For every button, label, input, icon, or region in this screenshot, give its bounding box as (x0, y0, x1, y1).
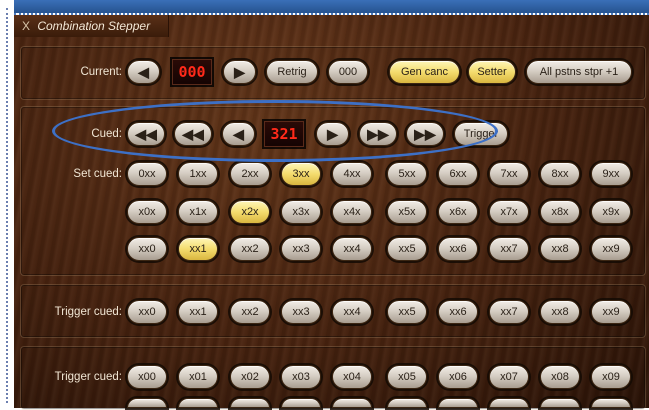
trigger-cued-button-x04[interactable]: x04 (332, 365, 372, 389)
current-prev-button[interactable]: ◀ (127, 60, 160, 84)
cued-next-button[interactable]: ▶ (316, 122, 349, 146)
current-display: 000 (172, 59, 212, 85)
trigger-cued-button-xx3[interactable]: xx3 (281, 300, 321, 324)
set-cued-button-2xx[interactable]: 2xx (230, 162, 270, 186)
gen-canc-button[interactable]: Gen canc (389, 60, 460, 84)
trigger-cued-button-x08[interactable]: x08 (540, 365, 580, 389)
set-cued-button-7xx[interactable]: 7xx (489, 162, 529, 186)
set-cued-button-xx2[interactable]: xx2 (230, 237, 270, 261)
trigger-cued-button-x05[interactable]: x05 (387, 365, 427, 389)
set-cued-button-x7x[interactable]: x7x (489, 200, 529, 224)
trigger-cued-button-x06[interactable]: x06 (438, 365, 478, 389)
double-left-arrow-icon: ◀◀ (182, 126, 204, 142)
trigger-cued-button-partial[interactable] (591, 398, 631, 408)
cued-trigger-button[interactable]: Trigger (454, 122, 508, 146)
trigger-cued-button-partial[interactable] (438, 398, 478, 408)
trigger-cued-button-xx8[interactable]: xx8 (540, 300, 580, 324)
cued-label: Cued: (91, 128, 122, 140)
set-cued-button-1xx[interactable]: 1xx (178, 162, 218, 186)
set-cued-button-8xx[interactable]: 8xx (540, 162, 580, 186)
set-cued-button-3xx[interactable]: 3xx (281, 162, 321, 186)
cued-next-fast-button[interactable]: ▶▶ (359, 122, 397, 146)
set-cued-button-x9x[interactable]: x9x (591, 200, 631, 224)
current-next-button[interactable]: ▶ (223, 60, 256, 84)
trigger-cued-button-partial[interactable] (332, 398, 372, 408)
trigger-cued-button-x03[interactable]: x03 (281, 365, 321, 389)
trigger-cued-button-partial[interactable] (230, 398, 270, 408)
trigger-cued-button-xx9[interactable]: xx9 (591, 300, 631, 324)
window-title: Combination Stepper (37, 19, 151, 33)
trigger-cued-button-partial[interactable] (178, 398, 218, 408)
cued-prev-button[interactable]: ◀ (222, 122, 255, 146)
set-cued-button-x5x[interactable]: x5x (387, 200, 427, 224)
dotted-guide (6, 8, 9, 403)
trigger-cued-button-xx2[interactable]: xx2 (230, 300, 270, 324)
trigger-cued-button-xx7[interactable]: xx7 (489, 300, 529, 324)
trigger-cued-button-xx5[interactable]: xx5 (387, 300, 427, 324)
set-cued-button-x1x[interactable]: x1x (178, 200, 218, 224)
retrig-button[interactable]: Retrig (266, 60, 318, 84)
cued-last-button[interactable]: ▶▶ (406, 122, 444, 146)
trigger-cued-button-xx1[interactable]: xx1 (178, 300, 218, 324)
set-cued-button-x6x[interactable]: x6x (438, 200, 478, 224)
trigger-cued-button-partial[interactable] (540, 398, 580, 408)
set-cued-button-9xx[interactable]: 9xx (591, 162, 631, 186)
set-cued-button-0xx[interactable]: 0xx (127, 162, 167, 186)
set-cued-button-xx6[interactable]: xx6 (438, 237, 478, 261)
set-cued-button-x8x[interactable]: x8x (540, 200, 580, 224)
trigger-cued-label-1: Trigger cued: (54, 306, 122, 318)
trigger-cued-button-x00[interactable]: x00 (127, 365, 167, 389)
set-cued-button-xx3[interactable]: xx3 (281, 237, 321, 261)
left-arrow-icon: ◀ (233, 126, 244, 142)
trigger-cued-button-xx0[interactable]: xx0 (127, 300, 167, 324)
double-right-arrow-icon: ▶▶ (414, 126, 436, 142)
trigger-cued-label-2: Trigger cued: (54, 371, 122, 383)
trigger-cued-button-xx6[interactable]: xx6 (438, 300, 478, 324)
right-arrow-icon: ▶ (327, 126, 338, 142)
current-label: Current: (80, 66, 122, 78)
set-cued-button-xx5[interactable]: xx5 (387, 237, 427, 261)
set-cued-button-xx4[interactable]: xx4 (332, 237, 372, 261)
app-window: X Combination Stepper Current: ◀ 000 ▶ R… (0, 0, 649, 410)
set-cued-button-xx1[interactable]: xx1 (178, 237, 218, 261)
title-bar-strip (14, 0, 649, 13)
trigger-cued-button-x02[interactable]: x02 (230, 365, 270, 389)
trigger-cued-button-xx4[interactable]: xx4 (332, 300, 372, 324)
set-cued-label: Set cued: (73, 168, 122, 180)
cued-display: 321 (264, 121, 304, 147)
window-tab: X Combination Stepper (14, 15, 169, 37)
cued-prev-fast-button[interactable]: ◀◀ (174, 122, 212, 146)
set-cued-button-4xx[interactable]: 4xx (332, 162, 372, 186)
right-arrow-icon: ▶ (234, 64, 245, 80)
trigger-cued-button-x01[interactable]: x01 (178, 365, 218, 389)
trigger-cued-button-partial[interactable] (387, 398, 427, 408)
left-arrow-icon: ◀ (138, 64, 149, 80)
trigger-cued-button-x07[interactable]: x07 (489, 365, 529, 389)
set-cued-button-x3x[interactable]: x3x (281, 200, 321, 224)
set-cued-button-xx0[interactable]: xx0 (127, 237, 167, 261)
setter-button[interactable]: Setter (468, 60, 516, 84)
trigger-cued-button-partial[interactable] (127, 398, 167, 408)
current-value-button[interactable]: 000 (328, 60, 368, 84)
close-icon[interactable]: X (18, 15, 34, 37)
set-cued-button-xx9[interactable]: xx9 (591, 237, 631, 261)
set-cued-button-x4x[interactable]: x4x (332, 200, 372, 224)
trigger-cued-button-partial[interactable] (281, 398, 321, 408)
set-cued-button-x2x[interactable]: x2x (230, 200, 270, 224)
set-cued-button-xx7[interactable]: xx7 (489, 237, 529, 261)
set-cued-button-6xx[interactable]: 6xx (438, 162, 478, 186)
trigger-cued-button-partial[interactable] (489, 398, 529, 408)
set-cued-button-x0x[interactable]: x0x (127, 200, 167, 224)
trigger-cued-button-x09[interactable]: x09 (591, 365, 631, 389)
all-pstns-stpr-button[interactable]: All pstns stpr +1 (526, 60, 632, 84)
double-left-arrow-icon: ◀◀ (135, 126, 157, 142)
cued-first-button[interactable]: ◀◀ (127, 122, 165, 146)
set-cued-button-xx8[interactable]: xx8 (540, 237, 580, 261)
double-right-arrow-icon: ▶▶ (367, 126, 389, 142)
set-cued-button-5xx[interactable]: 5xx (387, 162, 427, 186)
